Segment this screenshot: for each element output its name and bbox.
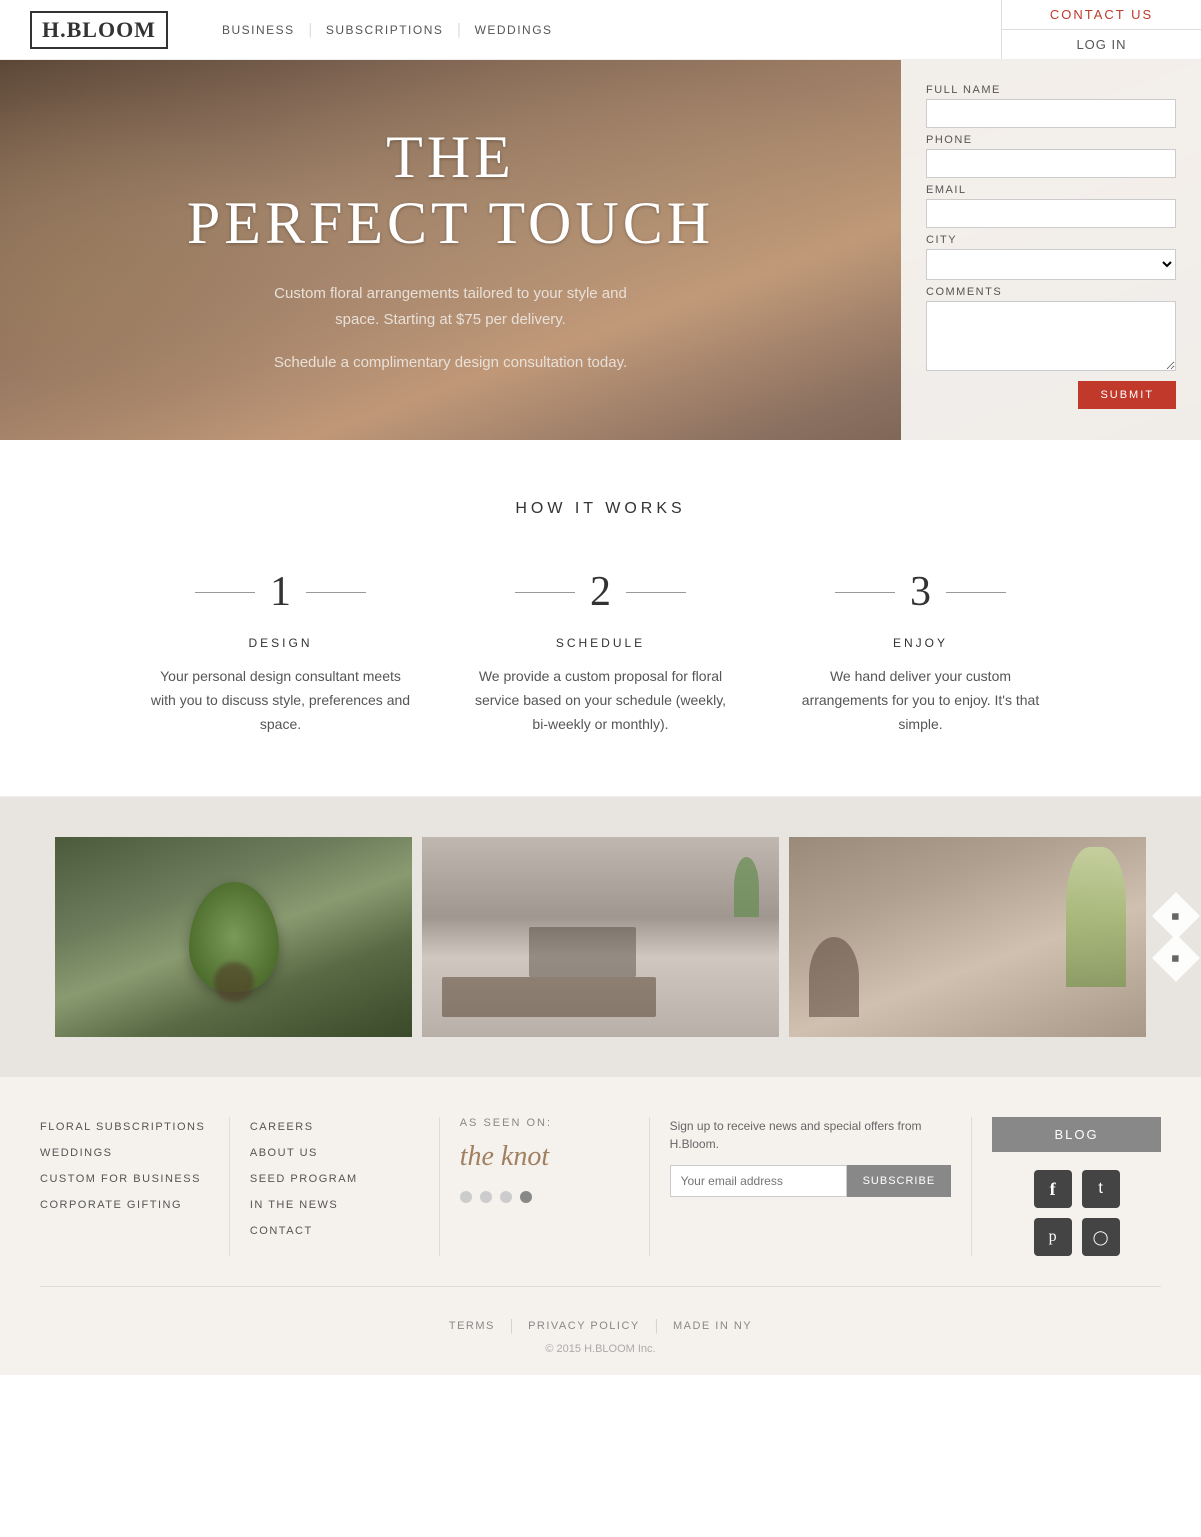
the-knot-logo[interactable]: the knot <box>460 1141 629 1173</box>
step-1: 1 DESIGN Your personal design consultant… <box>121 568 441 736</box>
footer-link-custom-business[interactable]: CUSTOM FOR BUSINESS <box>40 1169 209 1187</box>
privacy-link[interactable]: PRIVACY POLICY <box>528 1320 640 1332</box>
gallery-nav: ◆ ◆ <box>1159 899 1193 975</box>
step-2-desc: We provide a custom proposal for floral … <box>471 665 731 736</box>
gallery-image-2 <box>422 837 779 1037</box>
email-input[interactable] <box>926 199 1176 228</box>
as-seen-on-label: AS SEEN ON: <box>460 1117 629 1129</box>
logo-dot-3[interactable] <box>500 1191 512 1203</box>
city-select[interactable]: New York Los Angeles Chicago Washington … <box>926 249 1176 280</box>
footer-links-col-1: FLORAL SUBSCRIPTIONS WEDDINGS CUSTOM FOR… <box>40 1117 209 1213</box>
comments-textarea[interactable] <box>926 301 1176 371</box>
footer-link-about[interactable]: ABOUT US <box>250 1143 419 1161</box>
logo[interactable]: H.BLOOM <box>30 11 168 49</box>
step-1-line-right <box>306 592 366 593</box>
header-right-panel: CONTACT US LOG IN <box>1001 0 1201 59</box>
blog-button[interactable]: BLOG <box>992 1117 1161 1152</box>
gallery-next-button[interactable]: ◆ <box>1152 934 1200 982</box>
step-3-number-row: 3 <box>791 568 1051 616</box>
hero-cta: Schedule a complimentary design consulta… <box>274 350 627 376</box>
step-2-line-right <box>626 592 686 593</box>
footer-link-corporate[interactable]: CORPORATE GIFTING <box>40 1195 209 1213</box>
footer-link-weddings[interactable]: WEDDINGS <box>40 1143 209 1161</box>
phone-label: PHONE <box>926 134 1176 146</box>
footer-link-contact[interactable]: CONTACT <box>250 1221 419 1239</box>
hero-content: THE PERFECT TOUCH Custom floral arrangem… <box>0 60 901 440</box>
twitter-icon[interactable]: t <box>1082 1170 1120 1208</box>
gallery-image-3 <box>789 837 1146 1037</box>
step-3-name: ENJOY <box>791 636 1051 650</box>
how-it-works-title: HOW IT WORKS <box>40 500 1161 518</box>
footer-col-5: BLOG f t p ◯ <box>972 1117 1161 1256</box>
facebook-icon[interactable]: f <box>1034 1170 1072 1208</box>
pinterest-icon[interactable]: p <box>1034 1218 1072 1256</box>
hero-subtitle: Custom floral arrangements tailored to y… <box>251 281 651 332</box>
city-label: CITY <box>926 234 1176 246</box>
full-name-label: FULL NAME <box>926 84 1176 96</box>
steps-container: 1 DESIGN Your personal design consultant… <box>121 568 1081 736</box>
footer-bottom: TERMS | PRIVACY POLICY | MADE IN NY <box>40 1307 1161 1335</box>
made-in-ny-link[interactable]: MADE IN NY <box>673 1320 752 1332</box>
newsletter-form: SUBSCRIBE <box>670 1165 952 1197</box>
step-1-number: 1 <box>270 568 291 616</box>
step-3: 3 ENJOY We hand deliver your custom arra… <box>761 568 1081 736</box>
gallery-image-1 <box>55 837 412 1037</box>
footer-col-1: FLORAL SUBSCRIPTIONS WEDDINGS CUSTOM FOR… <box>40 1117 230 1256</box>
footer-sep-1: | <box>510 1317 513 1335</box>
terms-link[interactable]: TERMS <box>449 1320 495 1332</box>
footer-col-3: AS SEEN ON: the knot <box>440 1117 650 1256</box>
hero-section: THE PERFECT TOUCH Custom floral arrangem… <box>0 60 1201 440</box>
step-3-desc: We hand deliver your custom arrangements… <box>791 665 1051 736</box>
step-2-number: 2 <box>590 568 611 616</box>
logo-dot-2[interactable] <box>480 1191 492 1203</box>
footer-link-seed[interactable]: SEED PROGRAM <box>250 1169 419 1187</box>
step-2-number-row: 2 <box>471 568 731 616</box>
newsletter-text: Sign up to receive news and special offe… <box>670 1117 952 1153</box>
footer-links-col-2: CAREERS ABOUT US SEED PROGRAM IN THE NEW… <box>250 1117 419 1239</box>
submit-button[interactable]: SUBMIT <box>1078 381 1176 409</box>
step-1-desc: Your personal design consultant meets wi… <box>151 665 411 736</box>
footer: FLORAL SUBSCRIPTIONS WEDDINGS CUSTOM FOR… <box>0 1077 1201 1375</box>
nav-weddings[interactable]: WEDDINGS <box>461 23 567 37</box>
how-it-works-section: HOW IT WORKS 1 DESIGN Your personal desi… <box>0 440 1201 797</box>
subscribe-button[interactable]: SUBSCRIBE <box>847 1165 952 1197</box>
nav-subscriptions[interactable]: SUBSCRIPTIONS <box>312 23 458 37</box>
gallery-section: ◆ ◆ <box>0 797 1201 1077</box>
newsletter-email-input[interactable] <box>670 1165 847 1197</box>
step-1-name: DESIGN <box>151 636 411 650</box>
main-nav: BUSINESS | SUBSCRIPTIONS | WEDDINGS <box>208 21 567 39</box>
footer-link-careers[interactable]: CAREERS <box>250 1117 419 1135</box>
step-3-number: 3 <box>910 568 931 616</box>
log-in-button[interactable]: LOG IN <box>1002 30 1201 59</box>
step-1-line-left <box>195 592 255 593</box>
footer-top: FLORAL SUBSCRIPTIONS WEDDINGS CUSTOM FOR… <box>40 1117 1161 1287</box>
logo-dot-1[interactable] <box>460 1191 472 1203</box>
social-icons: f t p ◯ <box>1034 1170 1120 1256</box>
phone-input[interactable] <box>926 149 1176 178</box>
step-3-line-left <box>835 592 895 593</box>
footer-sep-2: | <box>655 1317 658 1335</box>
gallery-images <box>50 837 1151 1037</box>
footer-copyright: © 2015 H.BLOOM Inc. <box>40 1343 1161 1355</box>
comments-label: COMMENTS <box>926 286 1176 298</box>
contact-form-panel: FULL NAME PHONE EMAIL CITY New York Los … <box>901 60 1201 440</box>
footer-link-subscriptions[interactable]: FLORAL SUBSCRIPTIONS <box>40 1117 209 1135</box>
footer-col-2: CAREERS ABOUT US SEED PROGRAM IN THE NEW… <box>230 1117 440 1256</box>
step-2-name: SCHEDULE <box>471 636 731 650</box>
step-2-line-left <box>515 592 575 593</box>
step-1-number-row: 1 <box>151 568 411 616</box>
header: H.BLOOM BUSINESS | SUBSCRIPTIONS | WEDDI… <box>0 0 1201 60</box>
nav-business[interactable]: BUSINESS <box>208 23 309 37</box>
instagram-icon[interactable]: ◯ <box>1082 1218 1120 1256</box>
logo-dots <box>460 1191 629 1203</box>
footer-col-4: Sign up to receive news and special offe… <box>650 1117 973 1256</box>
logo-dot-4[interactable] <box>520 1191 532 1203</box>
full-name-input[interactable] <box>926 99 1176 128</box>
contact-us-button[interactable]: CONTACT US <box>1002 0 1201 30</box>
step-2: 2 SCHEDULE We provide a custom proposal … <box>441 568 761 736</box>
hero-title: THE PERFECT TOUCH <box>187 124 714 256</box>
step-3-line-right <box>946 592 1006 593</box>
footer-link-news[interactable]: IN THE NEWS <box>250 1195 419 1213</box>
email-label: EMAIL <box>926 184 1176 196</box>
